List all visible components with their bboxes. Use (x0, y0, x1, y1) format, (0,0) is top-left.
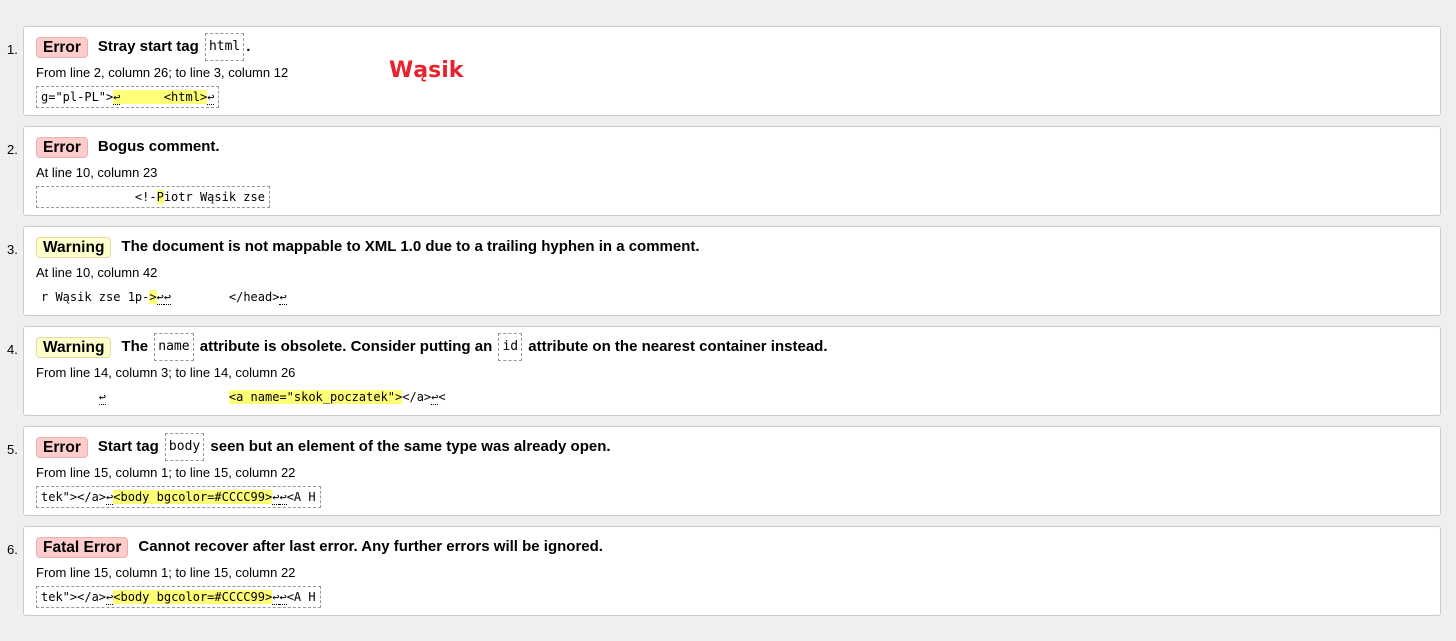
message-fragment: . (246, 38, 251, 55)
message-number: 1. (7, 42, 18, 57)
message-fragment: Bogus comment. (97, 138, 220, 155)
message-text: Error Stray start tag html. (36, 33, 1428, 61)
line-break-marker: ↩ (207, 90, 215, 105)
error-badge: Error (36, 436, 88, 458)
highlighted-source: > (149, 290, 157, 304)
message-item-error: 5. Error Start tag body seen but an elemen… (7, 426, 1441, 516)
message-number: 5. (7, 442, 18, 457)
message-text: Warning The document is not mappable to X… (36, 236, 1428, 258)
source-extract: r Wąsik zse 1p->↩↩ </head>↩ (41, 290, 287, 305)
highlighted-source: <a name="skok_poczatek"> (228, 390, 403, 404)
warning-badge: Warning (36, 336, 112, 358)
message-fragment: Cannot recover after last error. Any fur… (138, 538, 603, 555)
line-break-marker: ↩ (163, 290, 172, 305)
error-badge: Error (36, 36, 88, 58)
line-break-marker: ↩ (279, 590, 287, 605)
message-text: Error Start tag body seen but an element … (36, 433, 1428, 461)
message-number: 4. (7, 342, 18, 357)
highlighted-source: ↩ <html> (113, 90, 208, 105)
inline-code: id (498, 333, 523, 361)
message-fragment: Stray start tag (97, 38, 203, 55)
message-item-error: 1. Error Stray start tag html. From line 2,… (7, 26, 1441, 116)
line-break-marker: ↩ (98, 390, 107, 405)
highlighted-source: <body bgcolor=#CCCC99> (113, 490, 273, 504)
source-extract: tek"></a>↩<body bgcolor=#CCCC99>↩↩<A H (36, 586, 321, 608)
message-text: Warning The name attribute is obsolete. C… (36, 333, 1428, 361)
message-location: From line 15, column 1; to line 15, colu… (36, 565, 296, 580)
source-extract: tek"></a>↩<body bgcolor=#CCCC99>↩↩<A H (36, 486, 321, 508)
line-break-marker: ↩ (279, 290, 287, 305)
message-location: At line 10, column 23 (36, 165, 158, 180)
message-item-warning: 4. Warning The name attribute is obsolete.… (7, 326, 1441, 416)
message-item-warning: 3. Warning The document is not mappable to… (7, 226, 1441, 316)
message-location: At line 10, column 42 (36, 265, 158, 280)
warning-badge: Warning (36, 236, 112, 258)
message-number: 3. (7, 242, 18, 257)
message-location: From line 14, column 3; to line 14, colu… (36, 365, 296, 380)
message-fragment: attribute on the nearest container inste… (524, 338, 828, 355)
message-fragment: seen but an element of the same type was… (206, 438, 611, 455)
line-break-marker: ↩ (431, 390, 439, 405)
source-extract: <!-Piotr Wąsik zse (36, 186, 270, 208)
message-fragment: The document is not mappable to XML 1.0 … (121, 238, 700, 255)
message-text: Error Bogus comment. (36, 136, 1428, 158)
inline-code: body (164, 433, 205, 461)
line-break-marker: ↩ (113, 90, 121, 105)
inline-code: html (204, 33, 245, 61)
message-number: 2. (7, 142, 18, 157)
highlighted-source: <body bgcolor=#CCCC99> (113, 590, 273, 604)
message-fragment: attribute is obsolete. Consider putting … (195, 338, 497, 355)
error-badge: Fatal Error (36, 536, 129, 558)
message-location: From line 2, column 26; to line 3, colum… (36, 65, 289, 80)
error-badge: Error (36, 136, 88, 158)
message-location: From line 15, column 1; to line 15, colu… (36, 465, 296, 480)
source-extract: g="pl-PL">↩ <html>↩ (36, 86, 220, 108)
message-fragment: The (121, 338, 153, 355)
message-fragment: Start tag (97, 438, 163, 455)
line-break-marker: ↩ (279, 490, 287, 505)
message-text: Fatal Error Cannot recover after last err… (36, 536, 1428, 558)
source-extract: ↩ <a name="skok_poczatek"></a>↩< (98, 390, 446, 405)
overlay-name-text: Wąsik (389, 58, 464, 83)
message-item-error: 2. Error Bogus comment. At line 10, column … (7, 126, 1441, 216)
message-number: 6. (7, 542, 18, 557)
line-break-marker: ↩ (156, 290, 164, 305)
highlighted-source: P (156, 190, 164, 204)
validation-results-list: 1. Error Stray start tag html. From line 2,… (0, 26, 1441, 626)
message-item-error: 6. Fatal Error Cannot recover after last e… (7, 526, 1441, 616)
inline-code: name (154, 333, 194, 361)
